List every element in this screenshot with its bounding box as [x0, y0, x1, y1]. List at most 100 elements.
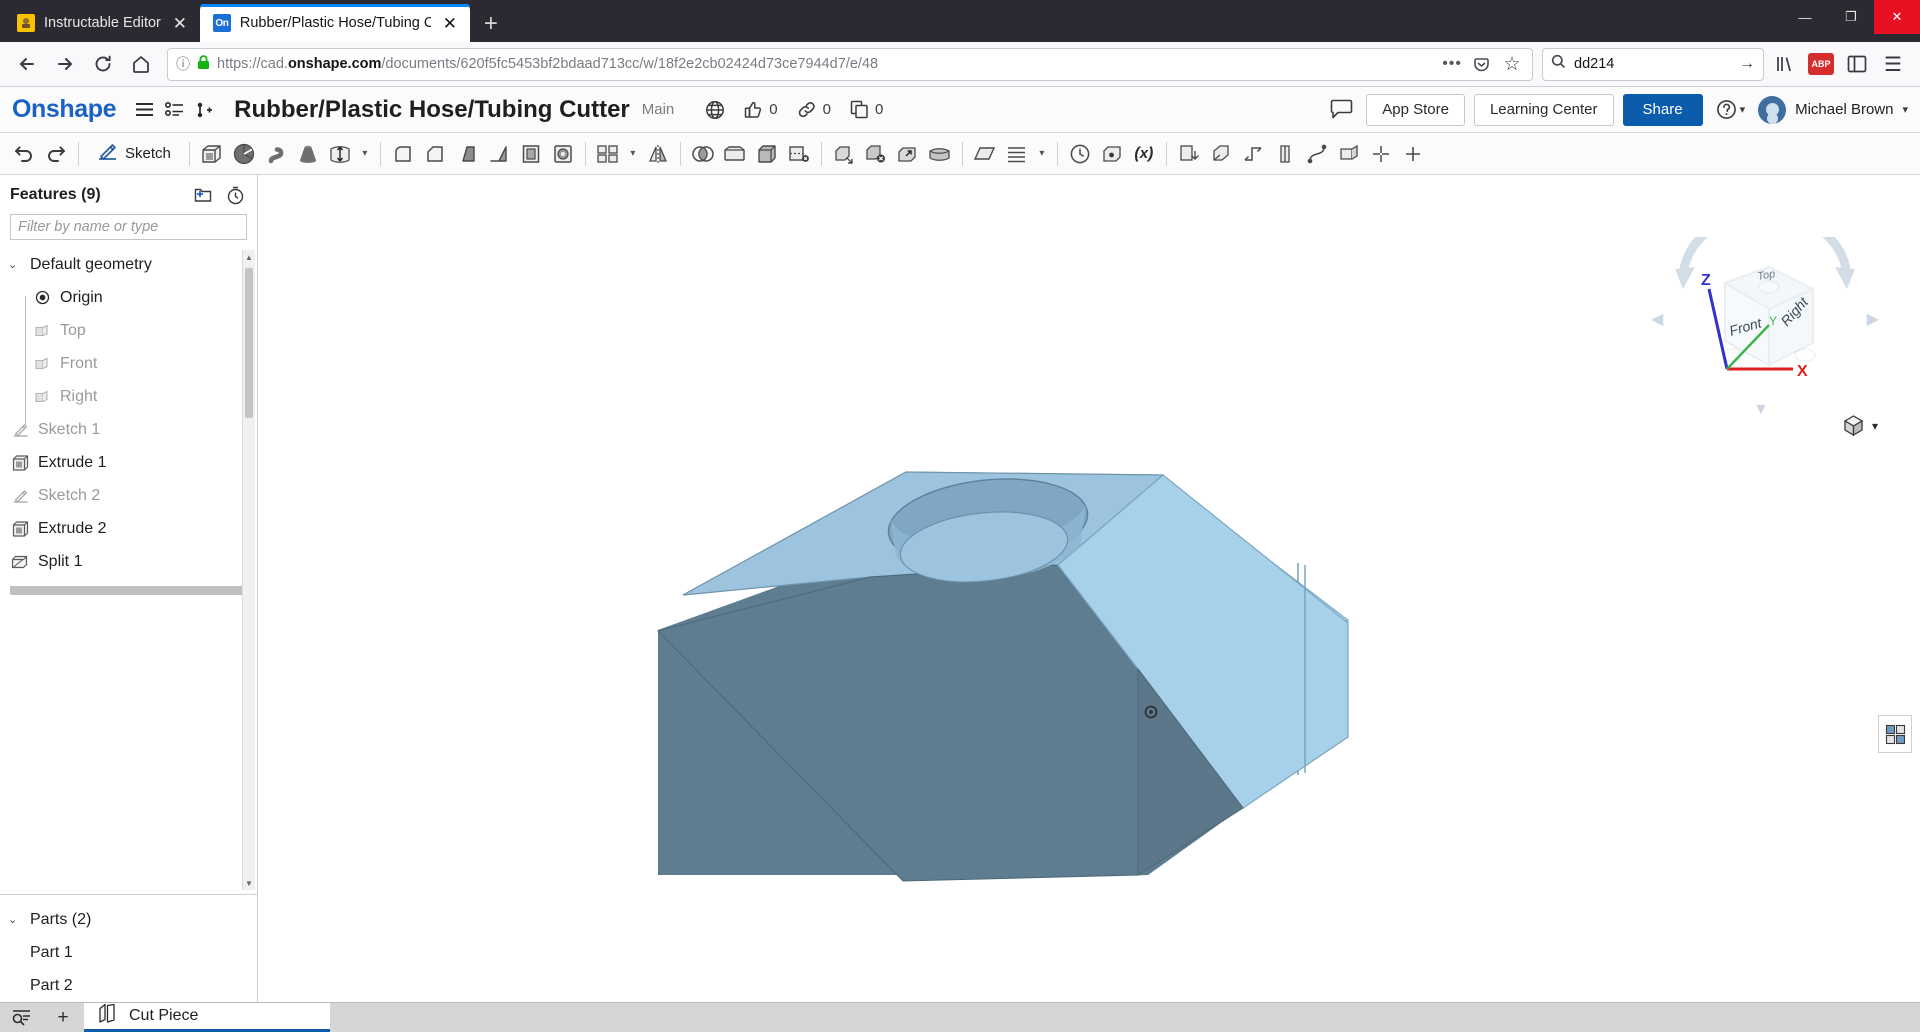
extrude-icon[interactable] — [196, 137, 228, 171]
thicken-icon[interactable] — [324, 137, 356, 171]
back-button[interactable] — [10, 47, 44, 81]
new-tab-button[interactable]: + — [470, 12, 512, 42]
branch-name[interactable]: Main — [642, 101, 675, 118]
search-go-icon[interactable]: → — [1739, 55, 1755, 73]
extrude-group-caret-icon[interactable]: ▾ — [356, 148, 374, 159]
curve-icon[interactable] — [1301, 137, 1333, 171]
reload-button[interactable] — [86, 47, 120, 81]
plane-icon[interactable] — [969, 137, 1001, 171]
feature-list-icon[interactable] — [160, 95, 188, 125]
sheetmetal-icon[interactable] — [1237, 137, 1269, 171]
bottom-tab-cut-piece[interactable]: Cut Piece — [84, 1003, 330, 1032]
home-button[interactable] — [124, 47, 158, 81]
tree-item-extrude-2[interactable]: Extrude 2 — [0, 512, 257, 545]
tree-item-origin[interactable]: Origin — [0, 281, 257, 314]
feature-filter-input[interactable]: Filter by name or type — [10, 214, 247, 240]
pattern-group-caret-icon[interactable]: ▾ — [624, 148, 642, 159]
view-orientation-button[interactable]: ▾ — [1841, 413, 1878, 438]
variable-icon[interactable]: (x) — [1128, 137, 1160, 171]
surface-icon[interactable] — [1333, 137, 1365, 171]
loft-icon[interactable] — [292, 137, 324, 171]
add-tab-button[interactable]: + — [42, 1003, 84, 1032]
tree-item-top-plane[interactable]: Top — [0, 314, 257, 347]
browser-tab-instructable[interactable]: Instructable Editor ✕ — [4, 4, 200, 42]
document-menu-icon[interactable] — [130, 95, 158, 125]
undo-button[interactable] — [8, 137, 40, 171]
tree-item-split-1[interactable]: Split 1 — [0, 545, 257, 578]
chevron-down-icon[interactable]: ⌄ — [8, 913, 22, 926]
view-toggle-caret-icon[interactable]: ▾ — [1872, 419, 1878, 433]
user-menu[interactable]: Michael Brown ▾ — [1758, 95, 1908, 124]
search-bar[interactable]: dd214 → — [1542, 47, 1764, 81]
shell-solid-icon[interactable] — [751, 137, 783, 171]
tree-item-extrude-1[interactable]: Extrude 1 — [0, 446, 257, 479]
part-item-2[interactable]: Part 2 — [0, 969, 257, 1002]
derive-icon[interactable] — [1205, 137, 1237, 171]
links-stat[interactable]: 0 — [790, 100, 838, 119]
tree-item-front-plane[interactable]: Front — [0, 347, 257, 380]
tree-item-right-plane[interactable]: Right — [0, 380, 257, 413]
tree-item-sketch-1[interactable]: Sketch 1 — [0, 413, 257, 446]
redo-button[interactable] — [40, 137, 72, 171]
feature-tree-vertical-scrollbar[interactable]: ▲ ▼ — [242, 250, 255, 890]
plane-group-caret-icon[interactable]: ▾ — [1033, 148, 1051, 159]
view-cube[interactable]: Top Front Right Z X Y ◀ ▶ ▼ — [1651, 207, 1879, 418]
pocket-icon[interactable] — [1469, 52, 1493, 76]
adblock-plus-icon[interactable]: ABP — [1804, 47, 1838, 81]
sketch-plane-icon[interactable] — [1001, 137, 1033, 171]
chevron-down-icon[interactable]: ⌄ — [8, 258, 22, 271]
history-icon[interactable] — [223, 184, 247, 206]
viewcube-rotate-down-icon[interactable]: ▼ — [1753, 401, 1769, 419]
document-title[interactable]: Rubber/Plastic Hose/Tubing Cutter — [234, 96, 630, 124]
add-custom-feature-icon[interactable] — [1397, 137, 1429, 171]
fillet-icon[interactable] — [387, 137, 419, 171]
tab-filter-icon[interactable] — [0, 1003, 42, 1032]
copies-stat[interactable]: 0 — [843, 100, 890, 119]
display-mode-button[interactable] — [1878, 715, 1912, 753]
tree-item-sketch-2[interactable]: Sketch 2 — [0, 479, 257, 512]
revolve-icon[interactable] — [228, 137, 260, 171]
linear-pattern-icon[interactable] — [592, 137, 624, 171]
search-input[interactable]: dd214 — [1574, 56, 1731, 72]
cad-viewport[interactable]: Top Front Right Z X Y ◀ ▶ ▼ ▾ — [258, 175, 1920, 1002]
browser-menu-icon[interactable]: ☰ — [1876, 47, 1910, 81]
tab-close-icon[interactable]: ✕ — [170, 15, 190, 32]
tab-close-icon[interactable]: ✕ — [440, 15, 460, 32]
page-info-icon[interactable]: ⓘ — [176, 54, 190, 74]
sketch-button[interactable]: Sketch — [85, 137, 183, 171]
hole-icon[interactable] — [547, 137, 579, 171]
scroll-down-arrow-icon[interactable]: ▼ — [243, 876, 255, 890]
maximize-button[interactable]: ❐ — [1828, 0, 1874, 34]
comments-icon[interactable] — [1327, 95, 1355, 125]
assembly-icon[interactable] — [1365, 137, 1397, 171]
onshape-logo[interactable]: Onshape — [12, 95, 117, 124]
delete-face-icon[interactable] — [860, 137, 892, 171]
page-actions-icon[interactable]: ••• — [1442, 55, 1462, 73]
part-item-1[interactable]: Part 1 — [0, 936, 257, 969]
mass-props-icon[interactable] — [1096, 137, 1128, 171]
browser-tab-onshape[interactable]: On Rubber/Plastic Hose/Tubing Cu ✕ — [199, 4, 470, 42]
sidebar-toggle-icon[interactable] — [1840, 47, 1874, 81]
forward-button[interactable] — [48, 47, 82, 81]
transform-icon[interactable] — [828, 137, 860, 171]
weld-icon[interactable] — [1269, 137, 1301, 171]
library-icon[interactable] — [1768, 47, 1802, 81]
viewcube-rotate-right-icon[interactable]: ▶ — [1867, 309, 1879, 329]
shell-icon[interactable] — [515, 137, 547, 171]
tree-item-default-geometry[interactable]: ⌄ Default geometry — [0, 248, 257, 281]
insert-feature-icon[interactable] — [190, 95, 218, 125]
replace-face-icon[interactable] — [924, 137, 956, 171]
move-face-icon[interactable] — [892, 137, 924, 171]
share-button[interactable]: Share — [1622, 93, 1703, 126]
close-window-button[interactable]: ✕ — [1874, 0, 1920, 34]
app-store-button[interactable]: App Store — [1366, 93, 1465, 126]
bookmark-star-icon[interactable]: ☆ — [1500, 52, 1524, 76]
add-folder-icon[interactable] — [191, 184, 215, 206]
scroll-up-arrow-icon[interactable]: ▲ — [243, 250, 255, 264]
scrollbar-thumb[interactable] — [245, 268, 253, 418]
help-button[interactable]: ▾ — [1712, 99, 1750, 120]
likes-stat[interactable]: 0 — [737, 100, 784, 119]
mirror-icon[interactable] — [642, 137, 674, 171]
viewcube-rotate-left-icon[interactable]: ◀ — [1651, 309, 1663, 329]
import-icon[interactable] — [1173, 137, 1205, 171]
